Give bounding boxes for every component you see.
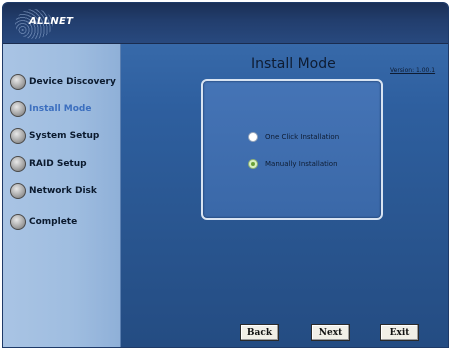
version-link[interactable]: Version: 1.00.1	[390, 67, 435, 74]
radio-button-selected[interactable]	[248, 159, 258, 169]
manually-installation-option[interactable]: Manually Installation	[248, 157, 338, 171]
logo-text: ALLNET	[29, 16, 74, 27]
sidebar-item-complete: Complete	[10, 212, 77, 232]
sidebar-item-label: System Setup	[29, 131, 100, 141]
sidebar-item-device-discovery: Device Discovery	[10, 72, 116, 92]
sidebar-item-label: Complete	[29, 217, 78, 227]
sidebar-item-raid-setup: RAID Setup	[10, 154, 87, 174]
sidebar-item-label: RAID Setup	[29, 159, 87, 169]
next-button[interactable]: Next	[311, 324, 350, 341]
allnet-logo: ALLNET	[15, 9, 75, 39]
sidebar-item-system-setup: System Setup	[10, 126, 99, 146]
sidebar-item-install-mode: Install Mode	[10, 99, 91, 119]
one-click-installation-option[interactable]: One Click Installation	[248, 130, 339, 144]
installer-window: ALLNET Device Discovery Install Mode Sys…	[2, 2, 449, 348]
step-bullet-icon	[10, 183, 26, 199]
option-label: Manually Installation	[265, 160, 338, 168]
page-title: Install Mode	[251, 56, 336, 72]
back-button[interactable]: Back	[240, 324, 279, 341]
step-bullet-icon	[10, 156, 26, 172]
step-bullet-icon	[10, 214, 26, 230]
option-label: One Click Installation	[265, 133, 340, 141]
exit-button[interactable]: Exit	[380, 324, 419, 341]
sidebar-item-label: Install Mode	[29, 104, 92, 114]
title-bar: ALLNET	[3, 3, 448, 44]
install-mode-panel: One Click Installation Manually Installa…	[201, 79, 383, 220]
main-content: Install Mode Version: 1.00.1 One Click I…	[121, 44, 448, 347]
sidebar-item-label: Network Disk	[29, 186, 97, 196]
step-bullet-icon	[10, 74, 26, 90]
sidebar-item-network-disk: Network Disk	[10, 181, 97, 201]
step-bullet-icon	[10, 101, 26, 117]
step-bullet-icon	[10, 128, 26, 144]
radio-button[interactable]	[248, 132, 258, 142]
sidebar-item-label: Device Discovery	[29, 77, 116, 87]
step-sidebar: Device Discovery Install Mode System Set…	[3, 44, 121, 347]
